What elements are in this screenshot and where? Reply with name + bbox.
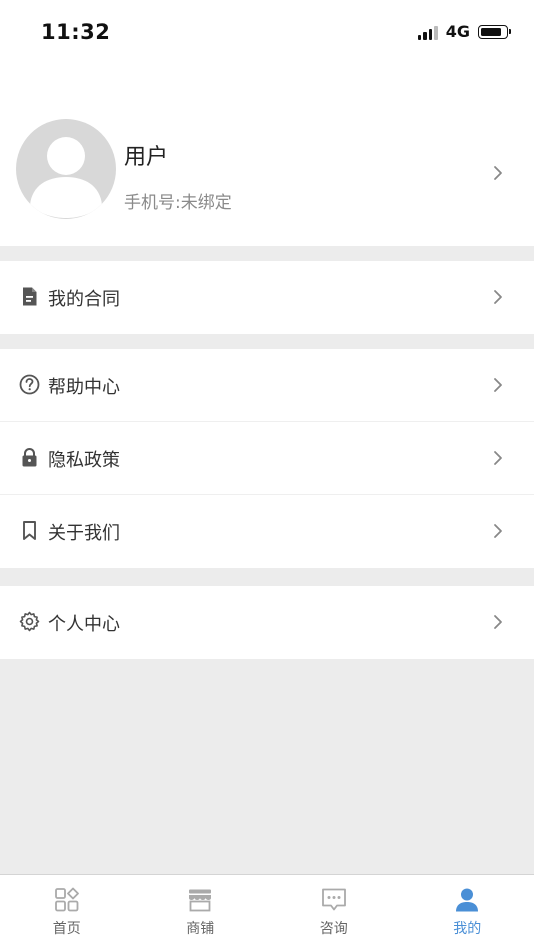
tab-label: 商铺 (186, 921, 215, 937)
gear-icon (19, 611, 40, 632)
tab-store[interactable]: 商铺 (134, 875, 268, 950)
tab-label: 首页 (52, 921, 81, 937)
chevron-right-icon (494, 378, 502, 392)
menu-item-label: 我的合同 (48, 289, 120, 310)
menu-group-personal: 个人中心 (0, 586, 534, 659)
status-indicators: 4G (417, 22, 511, 41)
chevron-right-icon (494, 615, 502, 629)
chat-icon (321, 888, 346, 911)
home-grid-icon (54, 887, 79, 912)
menu-group-info: 帮助中心 隐私政策 关于我们 (0, 349, 534, 568)
tab-home[interactable]: 首页 (0, 875, 134, 950)
menu-item-about-us[interactable]: 关于我们 (0, 495, 534, 568)
store-icon (189, 889, 212, 912)
bookmark-icon (23, 521, 36, 540)
question-circle-icon (19, 374, 40, 395)
tab-mine[interactable]: 我的 (401, 875, 534, 950)
profile-name: 用户 (124, 145, 169, 170)
document-icon (23, 287, 37, 306)
menu-item-my-contract[interactable]: 我的合同 (0, 261, 534, 334)
chevron-right-icon (494, 166, 502, 180)
profile-card[interactable]: 用户 手机号:未绑定 (0, 64, 534, 246)
chevron-right-icon (494, 451, 502, 465)
profile-phone: 手机号:未绑定 (124, 193, 232, 213)
lock-icon (22, 447, 37, 467)
chevron-right-icon (494, 290, 502, 304)
status-bar: 11:32 4G (0, 0, 534, 64)
tab-label: 咨询 (319, 921, 348, 937)
menu-item-privacy-policy[interactable]: 隐私政策 (0, 422, 534, 495)
default-avatar-icon[interactable] (16, 119, 116, 219)
chevron-right-icon (494, 524, 502, 538)
menu-item-label: 帮助中心 (48, 377, 120, 398)
menu-item-label: 个人中心 (48, 614, 120, 635)
menu-item-label: 关于我们 (48, 523, 120, 544)
menu-item-personal-center[interactable]: 个人中心 (0, 586, 534, 659)
menu-item-label: 隐私政策 (48, 450, 120, 471)
tab-label: 我的 (453, 921, 482, 937)
tab-consult[interactable]: 咨询 (267, 875, 401, 950)
network-type: 4G (445, 22, 470, 41)
menu-group-contracts: 我的合同 (0, 261, 534, 334)
user-icon (456, 888, 479, 912)
status-time: 11:32 (41, 20, 111, 44)
battery-icon (478, 24, 511, 39)
menu-item-help-center[interactable]: 帮助中心 (0, 349, 534, 422)
bottom-tab-bar: 首页 商铺 咨询 我的 (0, 874, 534, 950)
cellular-signal-icon (417, 24, 438, 40)
